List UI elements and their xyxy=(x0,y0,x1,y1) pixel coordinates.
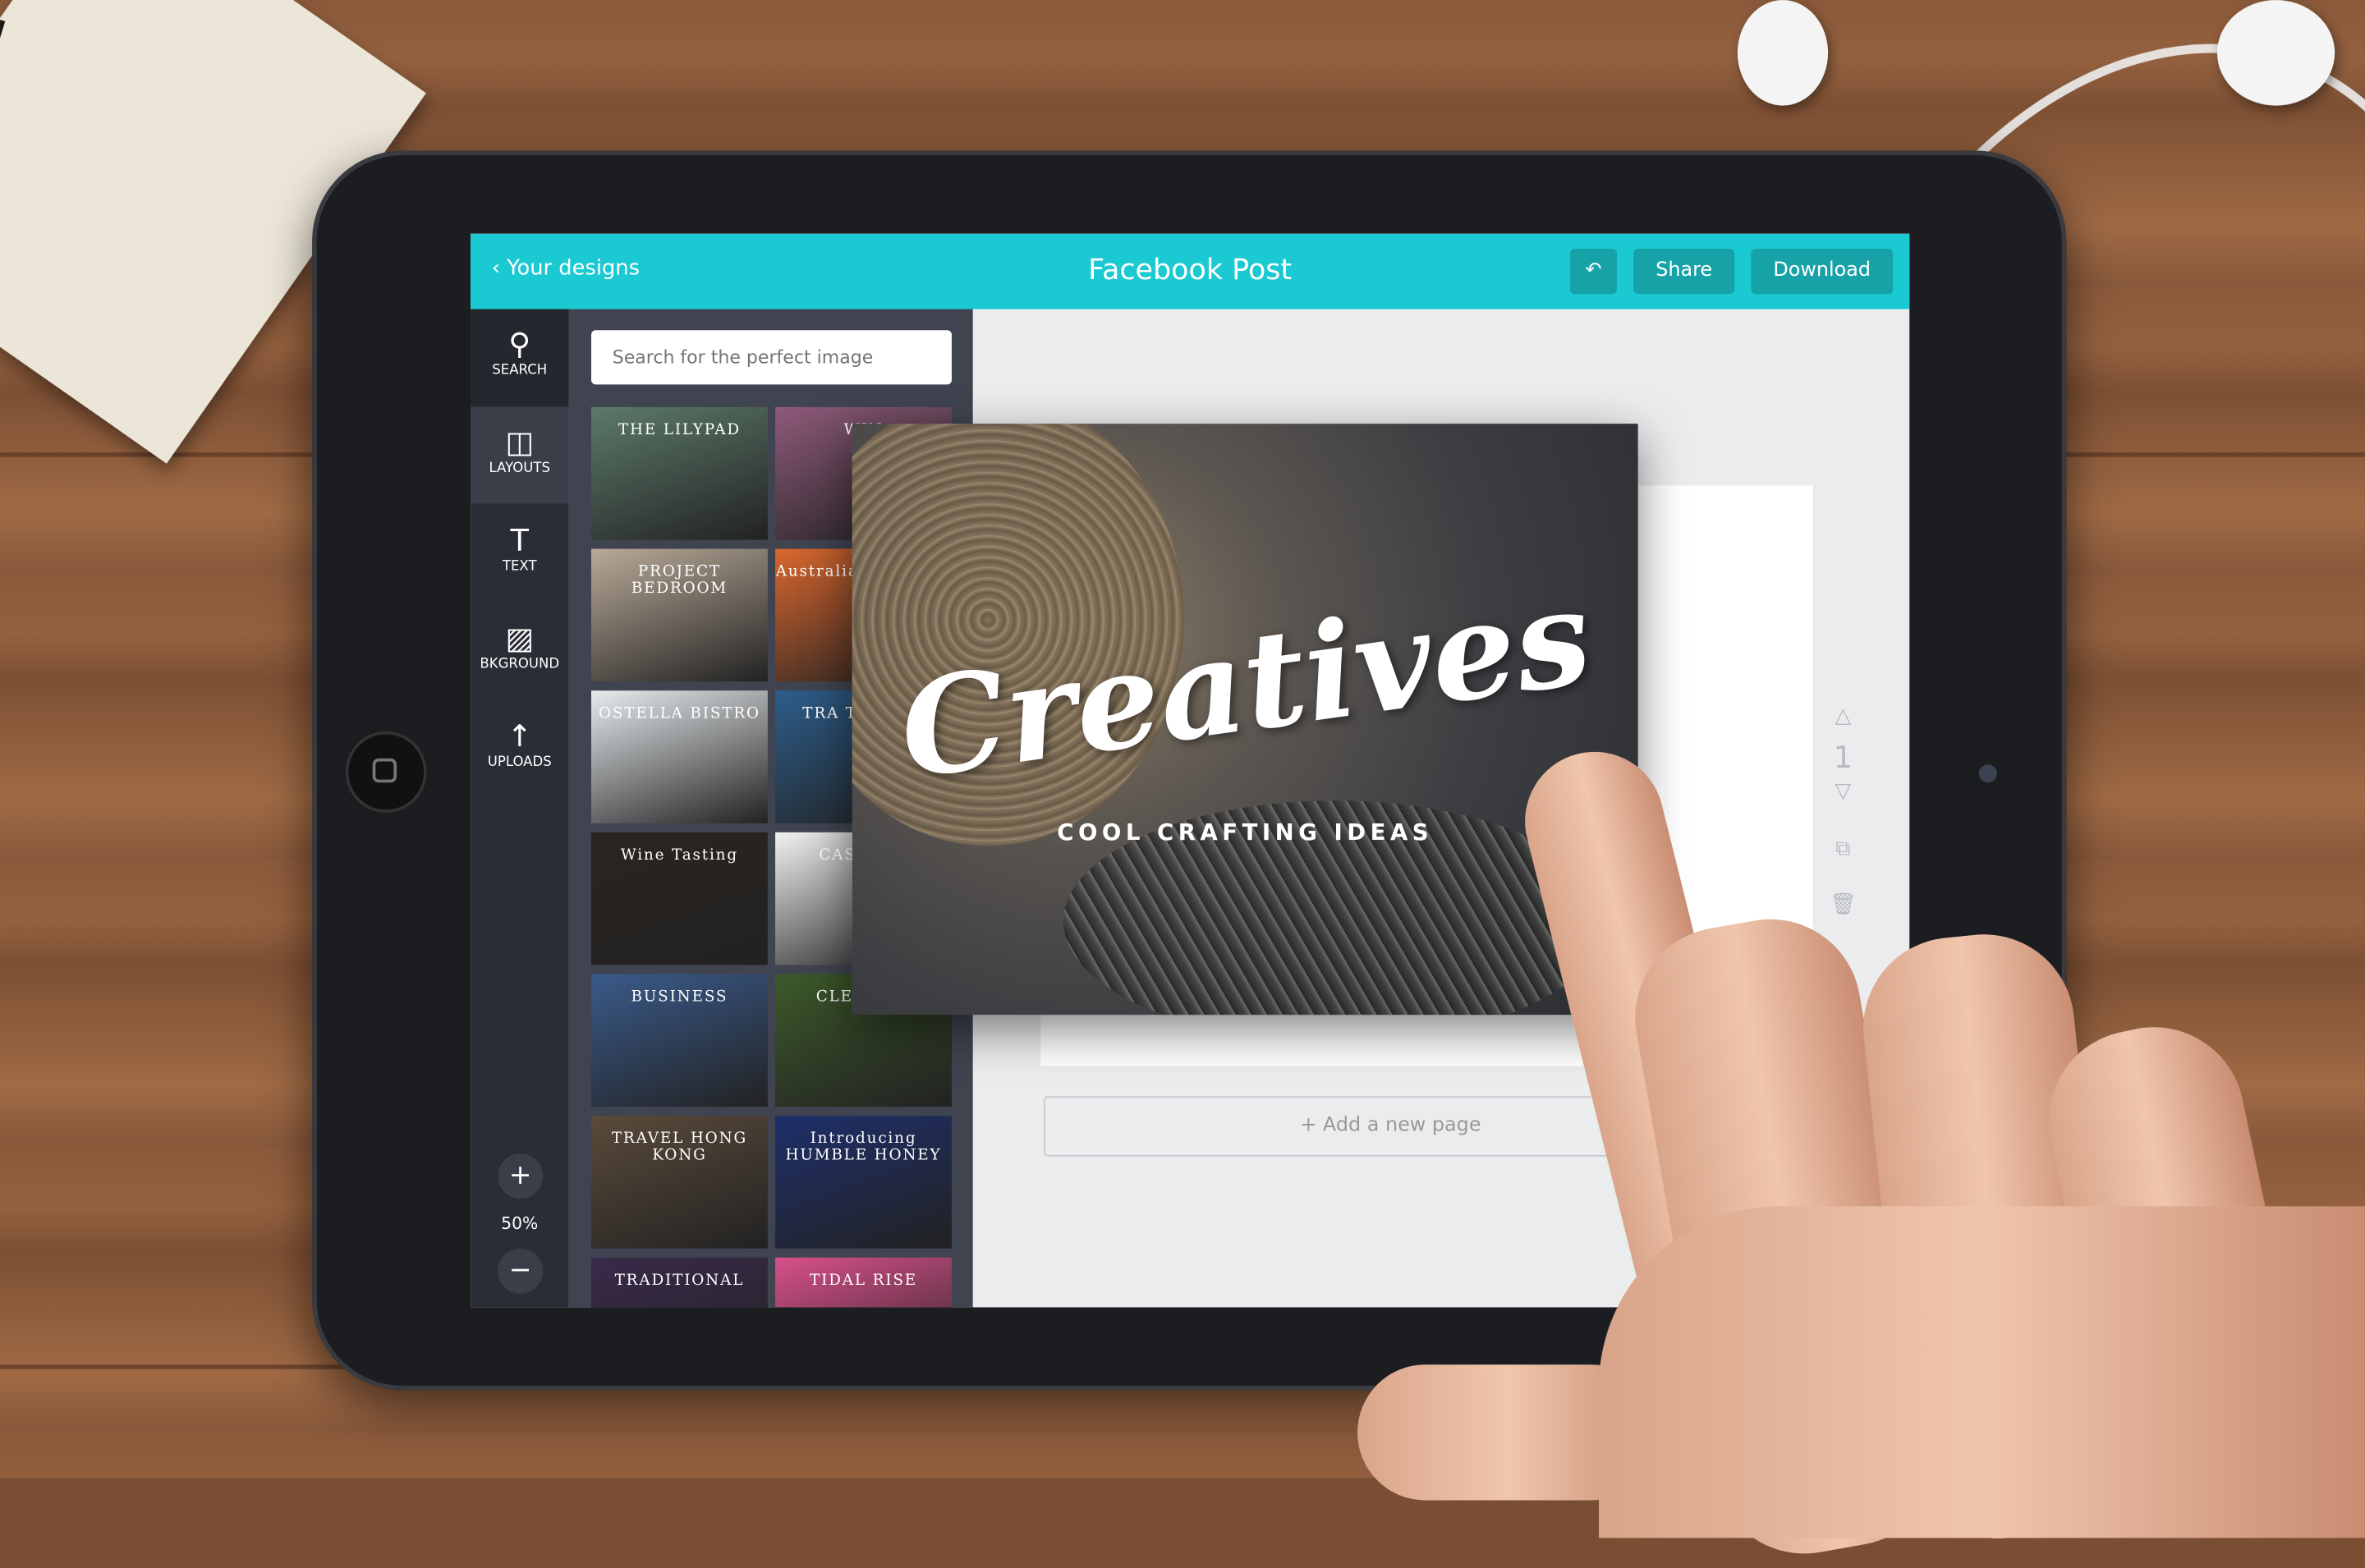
layouts-icon: ◫ xyxy=(505,424,535,461)
layout-thumbnail[interactable]: PROJECT BEDROOM xyxy=(590,548,768,682)
design-tagline-text: COOL CRAFTING IDEAS xyxy=(1057,818,1434,846)
sidebar-item-uploads[interactable]: ↑ UPLOADS xyxy=(471,701,568,798)
icon-sidebar: ⚲ SEARCH ◫ LAYOUTS T TEXT ▨ BKGROUND ↑ UPLOAD… xyxy=(471,309,569,1308)
background-pattern-icon: ▨ xyxy=(505,619,535,656)
page-number: 1 xyxy=(1833,738,1853,776)
image-search-input[interactable] xyxy=(590,330,952,385)
sidebar-item-label: TEXT xyxy=(502,559,537,575)
layout-thumbnail[interactable]: BUSINESS xyxy=(590,974,768,1107)
delete-page-icon[interactable]: 🗑 xyxy=(1828,892,1858,916)
layout-thumbnail[interactable]: TRAVEL HONG KONG xyxy=(590,1116,768,1249)
sidebar-item-layouts[interactable]: ◫ LAYOUTS xyxy=(471,406,569,504)
thumbnail-title: TIDAL RISE xyxy=(810,1272,918,1290)
layout-thumbnail[interactable]: TRADITIONAL xyxy=(590,1257,768,1308)
thumbnail-title: PROJECT BEDROOM xyxy=(631,563,728,598)
top-bar: ‹ Your designs Facebook Post ↶ Share Dow… xyxy=(471,233,1910,309)
thumbnail-title: THE LILYPAD xyxy=(618,422,741,439)
thumbnail-title: TRADITIONAL xyxy=(614,1272,745,1290)
search-icon: ⚲ xyxy=(508,325,531,362)
thumbnail-title: BUSINESS xyxy=(631,988,728,1006)
duplicate-page-icon[interactable]: ⧉ xyxy=(1828,837,1858,860)
photo-scene: ‹ Your designs Facebook Post ↶ Share Dow… xyxy=(0,0,2365,1568)
move-page-up-icon[interactable]: △ xyxy=(1828,704,1858,728)
layout-thumbnail[interactable]: Introducing HUMBLE HONEY xyxy=(775,1116,952,1249)
sidebar-item-label: UPLOADS xyxy=(487,755,552,771)
zoom-in-button[interactable]: + xyxy=(498,1153,544,1199)
layout-thumbnail[interactable]: THE LILYPAD xyxy=(590,406,768,540)
undo-button[interactable]: ↶ xyxy=(1570,249,1617,295)
layout-thumbnail[interactable]: OSTELLA BISTRO xyxy=(590,690,768,823)
sidebar-item-label: LAYOUTS xyxy=(489,461,550,477)
sidebar-item-label: SEARCH xyxy=(492,363,548,379)
layout-thumbnail[interactable]: TIDAL RISE xyxy=(775,1257,952,1308)
layout-thumbnail[interactable]: Wine Tasting xyxy=(590,832,768,965)
sidebar-item-background[interactable]: ▨ BKGROUND xyxy=(471,603,568,700)
sidebar-item-search[interactable]: ⚲ SEARCH xyxy=(471,309,569,406)
home-icon xyxy=(372,758,397,783)
earbud xyxy=(1737,0,1829,106)
home-button[interactable] xyxy=(345,731,427,813)
zoom-out-button[interactable]: − xyxy=(498,1248,544,1294)
share-button[interactable]: Share xyxy=(1633,249,1735,295)
sidebar-item-label: BKGROUND xyxy=(480,657,560,673)
zoom-level: 50% xyxy=(501,1213,539,1234)
undo-icon: ↶ xyxy=(1585,259,1602,282)
dragged-design-image[interactable]: Creatives COOL CRAFTING IDEAS xyxy=(852,424,1638,1016)
thumbnail-title: Introducing HUMBLE HONEY xyxy=(785,1130,942,1164)
earbud xyxy=(2216,0,2335,106)
sidebar-item-text[interactable]: T TEXT xyxy=(471,505,568,602)
thumbnail-title: Wine Tasting xyxy=(620,847,738,864)
move-page-down-icon[interactable]: ▽ xyxy=(1828,780,1858,804)
thumbnail-title: OSTELLA BISTRO xyxy=(598,705,760,722)
download-button[interactable]: Download xyxy=(1751,249,1894,295)
upload-arrow-icon: ↑ xyxy=(507,718,533,754)
thumbnail-title: TRAVEL HONG KONG xyxy=(611,1130,747,1164)
text-icon: T xyxy=(510,521,529,558)
camera xyxy=(1978,764,1997,783)
